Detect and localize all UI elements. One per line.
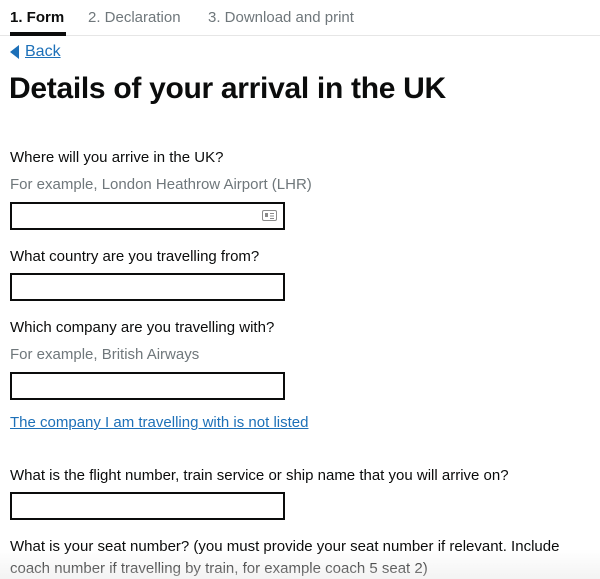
page-title: Details of your arrival in the UK bbox=[9, 72, 446, 105]
company-label: Which company are you travelling with? bbox=[10, 319, 275, 336]
country-field[interactable] bbox=[12, 275, 283, 299]
contact-card-icon[interactable] bbox=[262, 210, 277, 221]
transport-number-input[interactable] bbox=[10, 492, 285, 520]
active-tab-indicator bbox=[10, 32, 66, 36]
back-link[interactable]: Back bbox=[10, 43, 61, 61]
country-input[interactable] bbox=[10, 273, 285, 301]
arrival-location-label: Where will you arrive in the UK? bbox=[10, 149, 224, 166]
seat-number-label-line1: What is your seat number? (you must prov… bbox=[10, 538, 560, 555]
tab-download-and-print[interactable]: 3. Download and print bbox=[208, 9, 354, 26]
company-field[interactable] bbox=[12, 374, 283, 398]
arrival-location-field[interactable] bbox=[12, 204, 283, 228]
country-label: What country are you travelling from? bbox=[10, 248, 260, 265]
company-input[interactable] bbox=[10, 372, 285, 400]
back-link-label: Back bbox=[25, 43, 61, 60]
seat-number-label-line2: coach number if travelling by train, for… bbox=[10, 560, 428, 577]
arrival-location-hint: For example, London Heathrow Airport (LH… bbox=[10, 176, 312, 193]
triangle-left-icon bbox=[10, 45, 19, 59]
company-hint: For example, British Airways bbox=[10, 346, 200, 363]
transport-number-label: What is the flight number, train service… bbox=[10, 467, 509, 484]
arrival-location-input[interactable] bbox=[10, 202, 285, 230]
tab-form[interactable]: 1. Form bbox=[10, 9, 64, 26]
progress-tabs: 1. Form 2. Declaration 3. Download and p… bbox=[0, 0, 600, 36]
company-not-listed-link[interactable]: The company I am travelling with is not … bbox=[10, 414, 308, 431]
transport-number-field[interactable] bbox=[12, 494, 283, 518]
tab-declaration[interactable]: 2. Declaration bbox=[88, 9, 181, 26]
